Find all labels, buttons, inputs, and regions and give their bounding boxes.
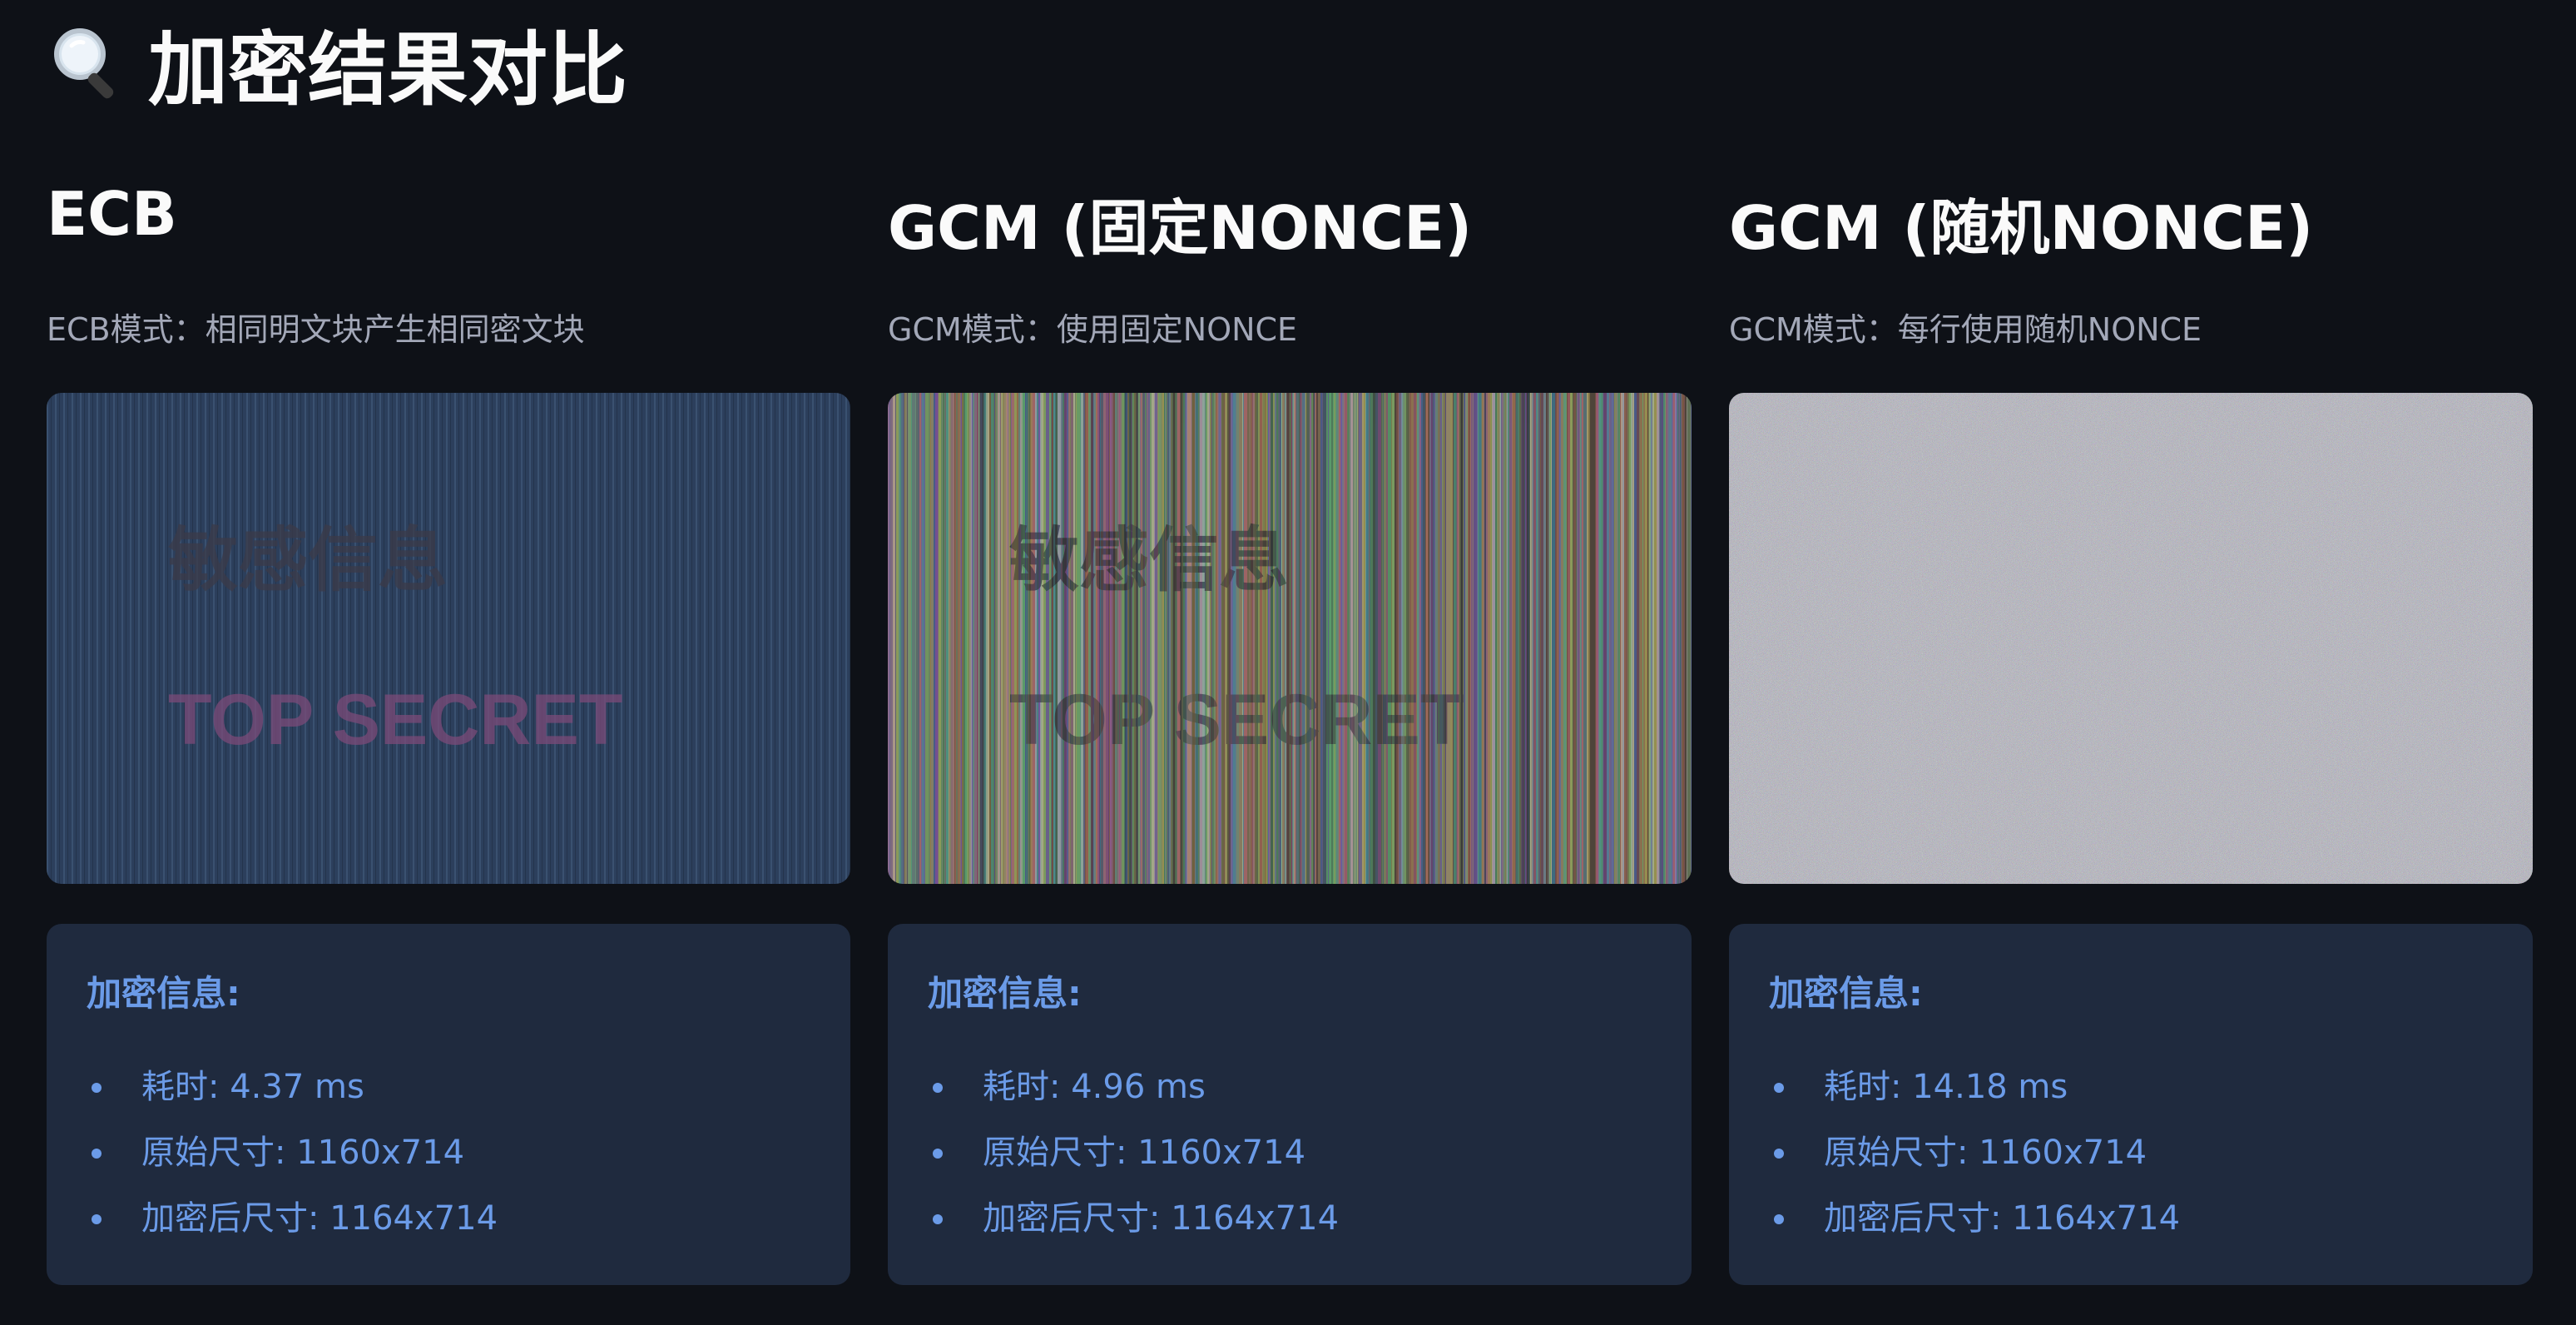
info-title: 加密信息: — [928, 973, 1082, 1014]
info-list: 耗时: 4.37 ms 原始尺寸: 1160x714 加密后尺寸: 1164x7… — [87, 1055, 810, 1252]
info-item-original-size: 原始尺寸: 1160x714 — [1769, 1120, 2493, 1186]
encrypted-image-gcm-fixed: 敏感信息 TOP SECRET — [888, 393, 1692, 884]
panel-heading: GCM (随机NONCE) — [1729, 193, 2314, 263]
info-item-encrypted-size: 加密后尺寸: 1164x714 — [1769, 1186, 2493, 1252]
encrypted-image-ecb: 敏感信息 TOP SECRET — [47, 393, 850, 884]
info-item-original-size: 原始尺寸: 1160x714 — [87, 1120, 810, 1186]
panel-description: ECB模式：相同明文块产生相同密文块 — [47, 311, 585, 348]
info-item-time: 耗时: 14.18 ms — [1769, 1055, 2493, 1120]
info-item-time: 耗时: 4.96 ms — [928, 1055, 1652, 1120]
encrypted-image-canvas: 敏感信息 TOP SECRET — [888, 393, 1692, 884]
encrypted-image-gcm-random — [1729, 393, 2533, 884]
panel-gcm-random-nonce: GCM (随机NONCE) GCM模式：每行使用随机NONCE 加密信息: 耗时… — [1729, 0, 2533, 1325]
encrypted-image-canvas: 敏感信息 TOP SECRET — [47, 393, 850, 884]
info-item-encrypted-size: 加密后尺寸: 1164x714 — [87, 1186, 810, 1252]
page: 加密结果对比 ECB ECB模式：相同明文块产生相同密文块 敏感信息 TOP S… — [0, 0, 2576, 1325]
panel-description: GCM模式：每行使用随机NONCE — [1729, 311, 2202, 348]
info-item-original-size: 原始尺寸: 1160x714 — [928, 1120, 1652, 1186]
info-title: 加密信息: — [87, 973, 240, 1014]
info-item-encrypted-size: 加密后尺寸: 1164x714 — [928, 1186, 1652, 1252]
info-item-time: 耗时: 4.37 ms — [87, 1055, 810, 1120]
panel-heading: GCM (固定NONCE) — [888, 193, 1473, 263]
encryption-info-box: 加密信息: 耗时: 14.18 ms 原始尺寸: 1160x714 加密后尺寸:… — [1729, 924, 2533, 1285]
info-list: 耗时: 14.18 ms 原始尺寸: 1160x714 加密后尺寸: 1164x… — [1769, 1055, 2493, 1252]
panel-ecb: ECB ECB模式：相同明文块产生相同密文块 敏感信息 TOP SECRET 加… — [47, 0, 850, 1325]
info-title: 加密信息: — [1769, 973, 1923, 1014]
panel-description: GCM模式：使用固定NONCE — [888, 311, 1298, 348]
panel-gcm-fixed-nonce: GCM (固定NONCE) GCM模式：使用固定NONCE 敏感信息 TOP S… — [888, 0, 1692, 1325]
info-list: 耗时: 4.96 ms 原始尺寸: 1160x714 加密后尺寸: 1164x7… — [928, 1055, 1652, 1252]
encrypted-image-canvas — [1729, 393, 2533, 884]
encryption-info-box: 加密信息: 耗时: 4.37 ms 原始尺寸: 1160x714 加密后尺寸: … — [47, 924, 850, 1285]
panel-heading: ECB — [47, 179, 177, 249]
encryption-info-box: 加密信息: 耗时: 4.96 ms 原始尺寸: 1160x714 加密后尺寸: … — [888, 924, 1692, 1285]
